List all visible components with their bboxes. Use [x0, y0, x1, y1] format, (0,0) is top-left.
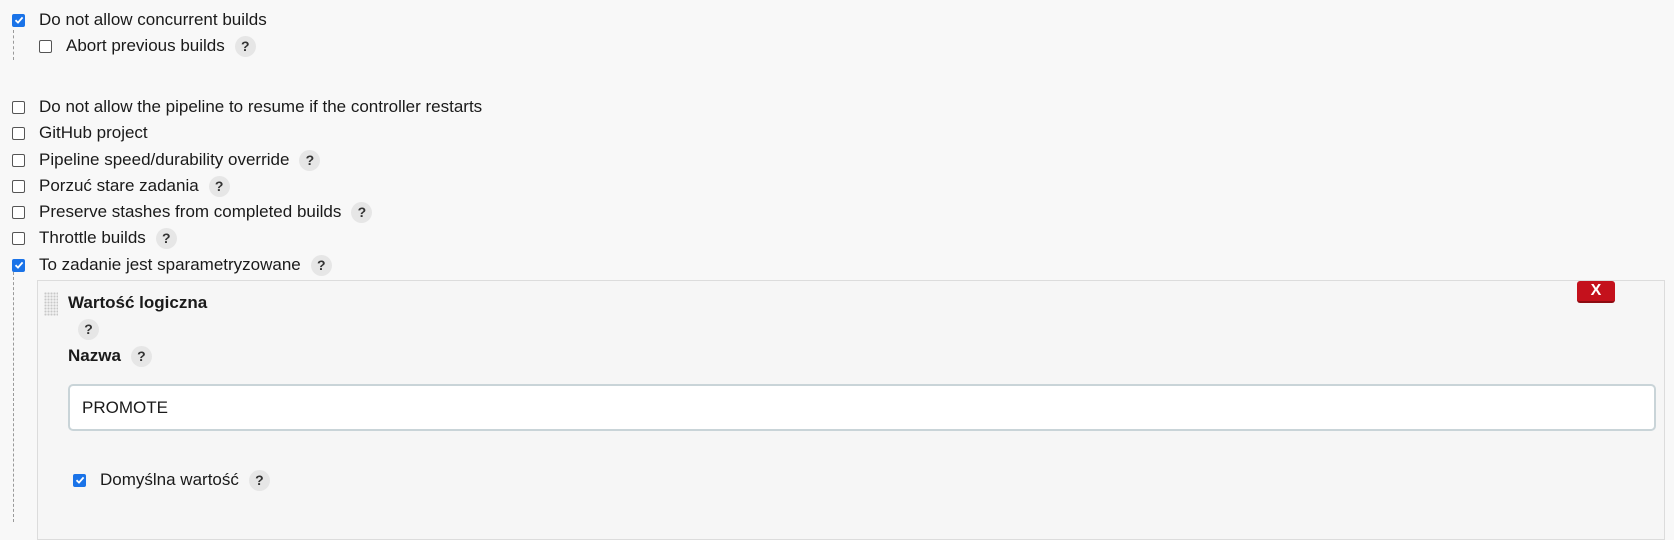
option-concurrent[interactable]: Do not allow concurrent builds	[12, 8, 267, 32]
discard-old-checkbox[interactable]	[12, 179, 25, 193]
help-icon[interactable]: ?	[248, 469, 270, 491]
option-default-value[interactable]: Domyślna wartość ?	[73, 468, 270, 492]
name-field-header: Nazwa ?	[68, 344, 152, 368]
abort-previous-checkbox[interactable]	[39, 39, 52, 53]
preserve-stashes-label: Preserve stashes from completed builds	[39, 202, 342, 221]
help-icon[interactable]: ?	[234, 35, 256, 57]
help-icon[interactable]: ?	[78, 318, 99, 340]
option-throttle[interactable]: Throttle builds ?	[12, 226, 177, 250]
discard-old-label: Porzuć stare zadania	[39, 176, 199, 195]
concurrent-checkbox[interactable]	[12, 13, 25, 27]
throttle-label: Throttle builds	[39, 228, 146, 247]
default-value-label: Domyślna wartość	[100, 470, 239, 489]
preserve-stashes-checkbox[interactable]	[12, 205, 25, 219]
nesting-guide-parameterized	[13, 272, 14, 522]
help-icon[interactable]: ?	[155, 227, 177, 249]
option-parameterized[interactable]: To zadanie jest sparametryzowane ?	[12, 253, 332, 277]
abort-previous-label: Abort previous builds	[66, 36, 225, 55]
name-label: Nazwa	[68, 346, 121, 365]
name-input[interactable]	[68, 384, 1656, 431]
option-no-resume[interactable]: Do not allow the pipeline to resume if t…	[12, 95, 482, 119]
nesting-guide-concurrent	[13, 30, 14, 60]
github-project-label: GitHub project	[39, 123, 148, 142]
option-github-project[interactable]: GitHub project	[12, 121, 148, 145]
help-icon[interactable]: ?	[299, 149, 321, 171]
parameter-title-help: ?	[68, 317, 99, 341]
no-resume-checkbox[interactable]	[12, 100, 25, 114]
option-abort-previous[interactable]: Abort previous builds ?	[39, 34, 256, 58]
help-icon[interactable]: ?	[130, 345, 152, 367]
github-project-checkbox[interactable]	[12, 126, 25, 140]
parameterized-label: To zadanie jest sparametryzowane	[39, 255, 301, 274]
help-icon[interactable]: ?	[310, 254, 332, 276]
option-preserve-stashes[interactable]: Preserve stashes from completed builds ?	[12, 200, 373, 224]
no-resume-label: Do not allow the pipeline to resume if t…	[39, 97, 483, 116]
parameterized-checkbox[interactable]	[12, 258, 25, 272]
delete-parameter-button[interactable]: X	[1577, 281, 1615, 303]
help-icon[interactable]: ?	[351, 201, 373, 223]
speed-override-checkbox[interactable]	[12, 153, 25, 167]
throttle-checkbox[interactable]	[12, 231, 25, 245]
help-icon[interactable]: ?	[208, 175, 230, 197]
speed-override-label: Pipeline speed/durability override	[39, 150, 290, 169]
option-discard-old[interactable]: Porzuć stare zadania ?	[12, 174, 230, 198]
parameter-title: Wartość logiczna	[68, 293, 208, 312]
default-value-checkbox[interactable]	[73, 473, 86, 487]
drag-handle-icon[interactable]	[44, 292, 58, 316]
option-speed-override[interactable]: Pipeline speed/durability override ?	[12, 148, 321, 172]
concurrent-label: Do not allow concurrent builds	[39, 10, 267, 29]
